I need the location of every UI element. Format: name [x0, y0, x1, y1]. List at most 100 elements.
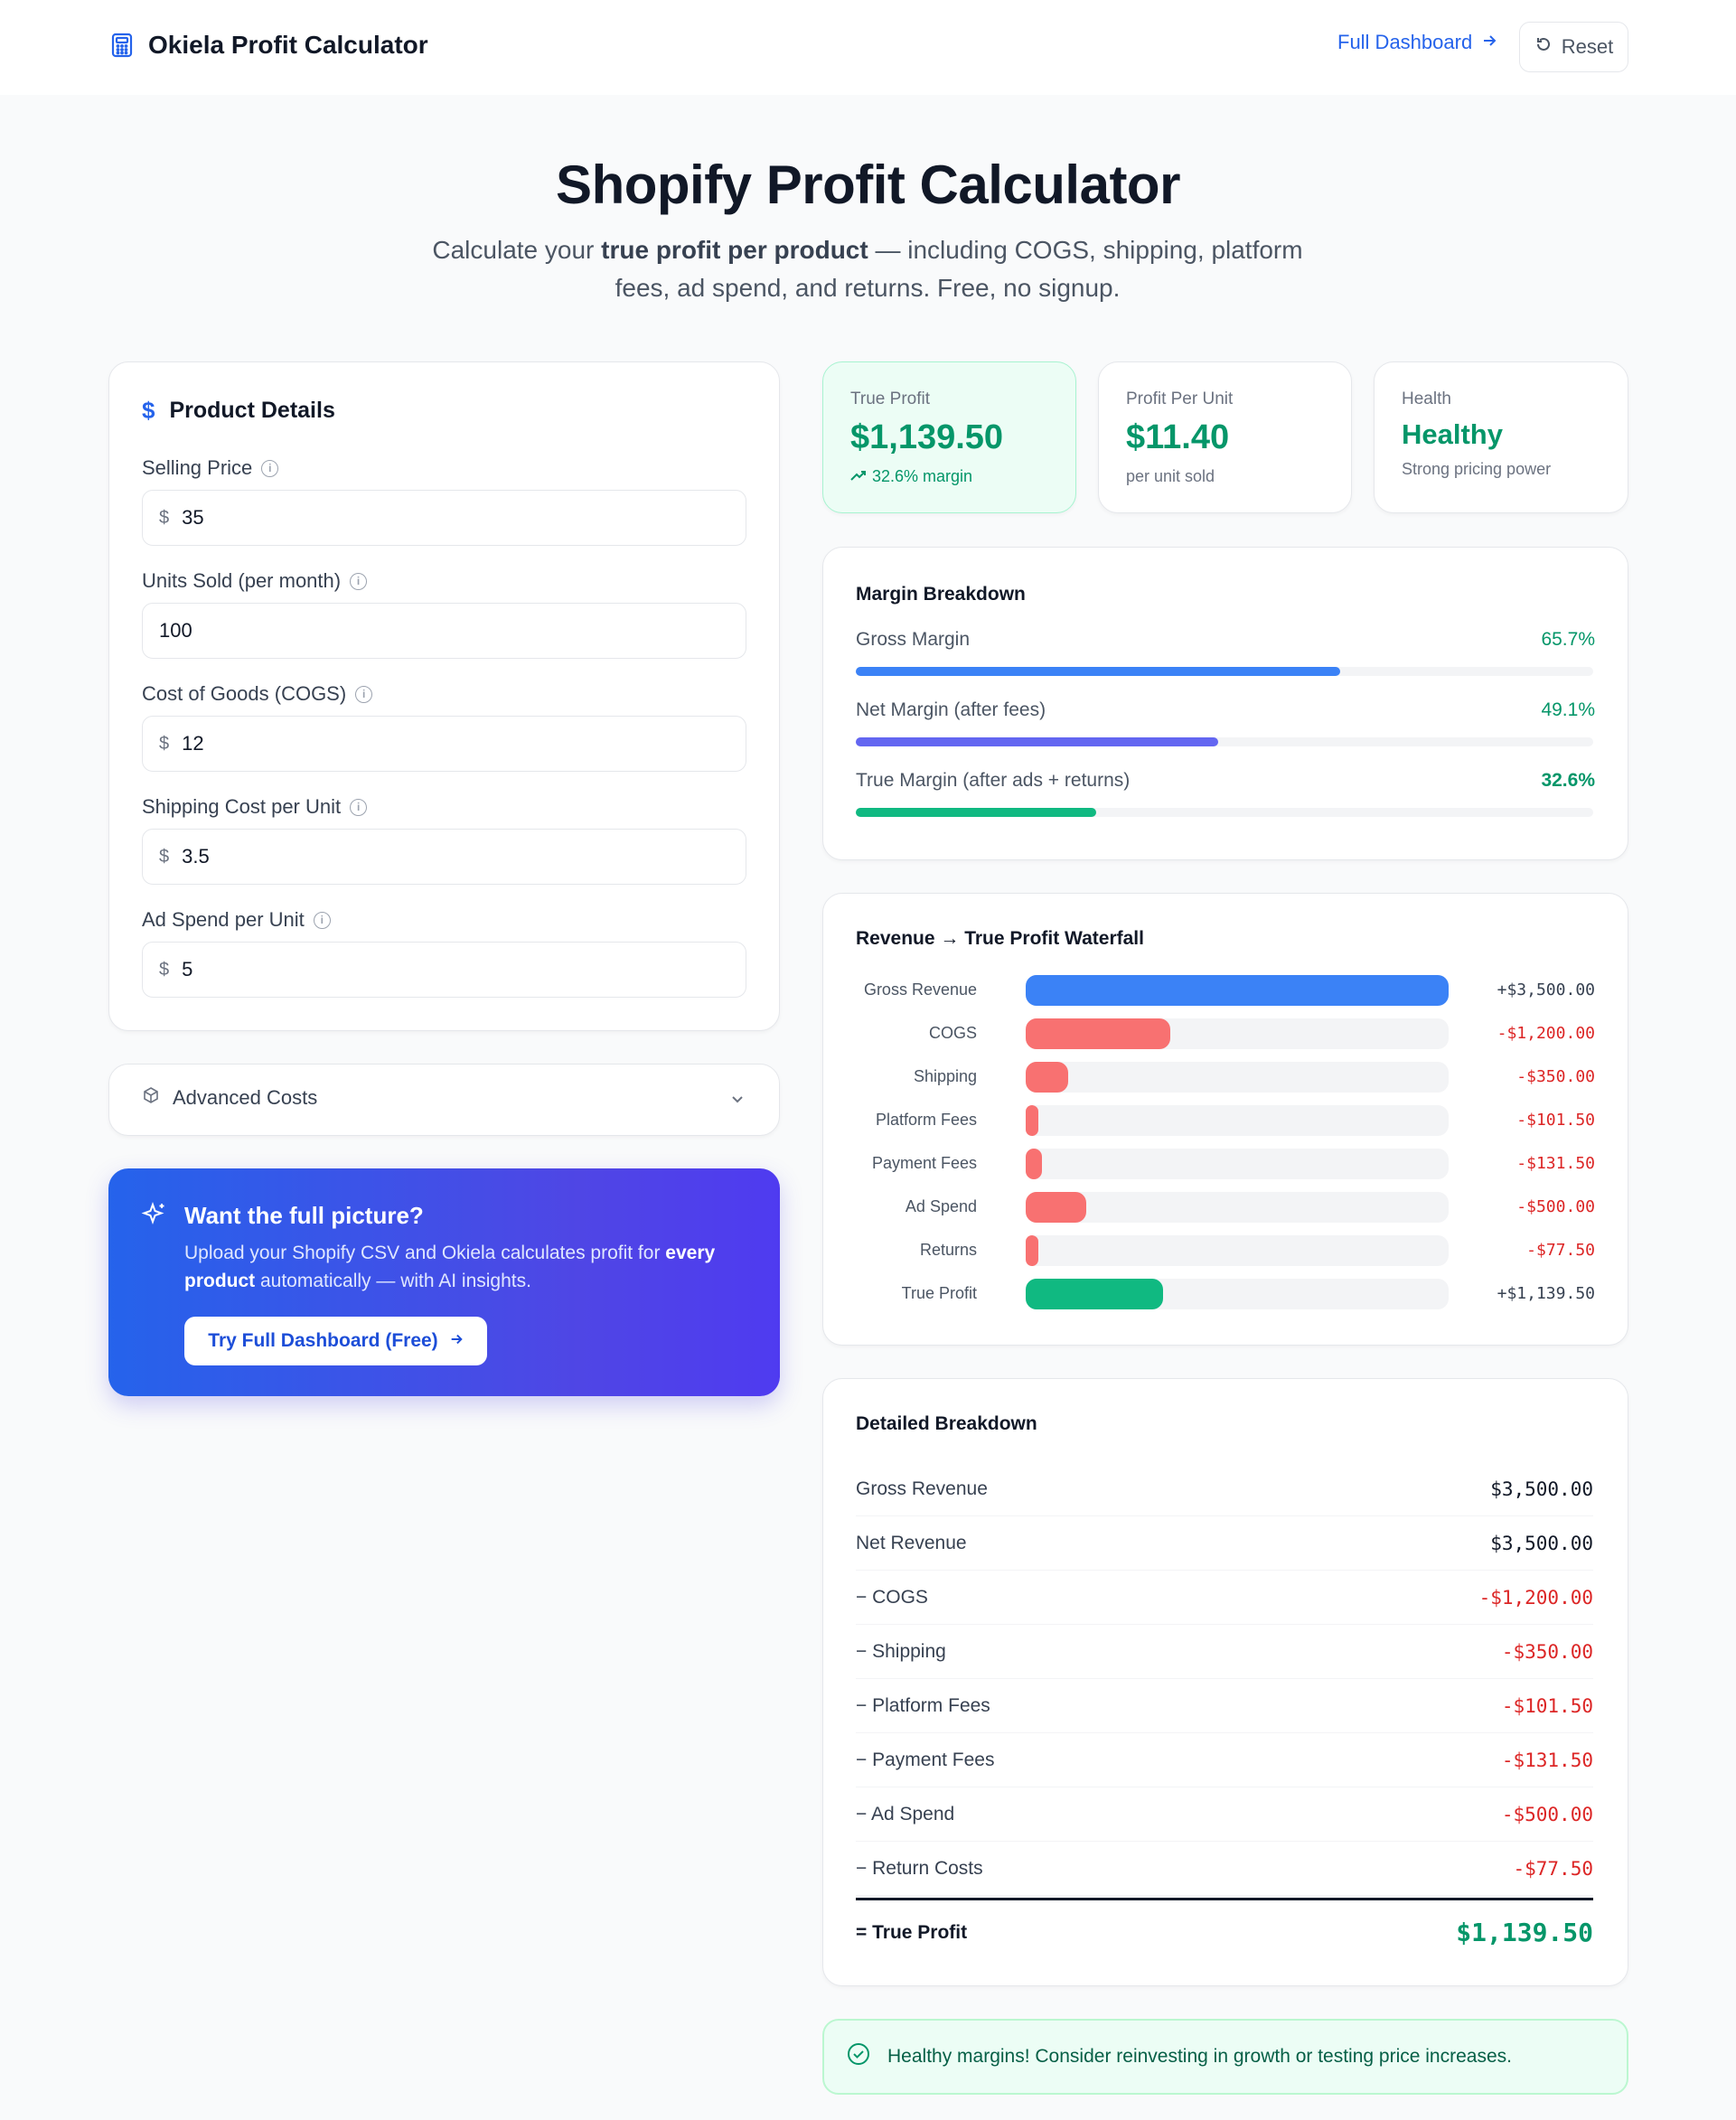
- waterfall-bar: [1026, 1149, 1042, 1179]
- waterfall-value: +$1,139.50: [1497, 1284, 1595, 1303]
- advanced-costs-toggle[interactable]: Advanced Costs: [108, 1064, 780, 1136]
- shipping-cost-input[interactable]: $ 3.5: [142, 829, 746, 885]
- breakdown-row: − Platform Fees -$101.50: [856, 1679, 1593, 1733]
- units-sold-label: Units Sold (per month) i: [142, 569, 368, 593]
- detailed-breakdown-card: Detailed Breakdown Gross Revenue $3,500.0…: [822, 1378, 1628, 1986]
- breakdown-row-value: -$101.50: [1501, 1694, 1593, 1717]
- info-icon[interactable]: i: [355, 685, 373, 703]
- waterfall-bar: [1026, 1062, 1068, 1093]
- breakdown-row: − Shipping -$350.00: [856, 1625, 1593, 1679]
- breakdown-row: − Payment Fees -$131.50: [856, 1733, 1593, 1787]
- health-tip-banner: Healthy margins! Consider reinvesting in…: [822, 2019, 1628, 2095]
- margin-row-label: Gross Margin: [856, 629, 971, 650]
- advanced-costs-label: Advanced Costs: [173, 1086, 318, 1109]
- breakdown-row: Gross Revenue $3,500.00: [856, 1462, 1593, 1516]
- full-dashboard-label: Full Dashboard: [1337, 31, 1473, 53]
- waterfall-value: -$500.00: [1516, 1197, 1595, 1216]
- cogs-input[interactable]: $ 12: [142, 716, 746, 772]
- selling-price-label: Selling Price i: [142, 456, 279, 480]
- breakdown-row-value: -$500.00: [1501, 1803, 1593, 1825]
- breakdown-row-label: − Shipping: [856, 1640, 946, 1662]
- ad-spend-input[interactable]: $ 5: [142, 942, 746, 998]
- package-icon: [142, 1086, 160, 1110]
- margin-indicator: 32.6% margin: [850, 467, 972, 486]
- info-icon[interactable]: i: [313, 911, 331, 929]
- selling-price-input[interactable]: $ 35: [142, 490, 746, 546]
- profit-per-unit-value: $11.40: [1126, 418, 1230, 456]
- waterfall-bar-track: [1026, 1062, 1449, 1093]
- margin-bar-track: [856, 667, 1593, 676]
- breakdown-row: − Return Costs -$77.50: [856, 1842, 1593, 1896]
- cta-title: Want the full picture?: [184, 1202, 424, 1229]
- cta-text: Upload your Shopify CSV and Okiela calcu…: [184, 1243, 716, 1291]
- margin-breakdown-card: Margin Breakdown Gross Margin 65.7% Net Ma…: [822, 547, 1628, 860]
- waterfall-label: Shipping: [913, 1067, 977, 1085]
- waterfall-bar-track: [1026, 1235, 1449, 1266]
- cogs-value: 12: [182, 732, 204, 755]
- info-icon[interactable]: i: [350, 798, 368, 816]
- chevron-down-icon: [728, 1090, 746, 1112]
- breakdown-row-label: − COGS: [856, 1586, 928, 1608]
- breakdown-row-value: -$350.00: [1501, 1640, 1593, 1663]
- breakdown-row-value: $3,500.00: [1490, 1532, 1593, 1554]
- margin-row-value: 65.7%: [1541, 629, 1595, 650]
- true-profit-total-row: = True Profit $1,139.50: [856, 1918, 1593, 1947]
- try-full-dashboard-button[interactable]: Try Full Dashboard (Free): [184, 1317, 487, 1365]
- waterfall-label: COGS: [928, 1024, 977, 1042]
- check-circle-icon: [846, 2041, 871, 2072]
- stat-label: Health: [1402, 389, 1451, 408]
- breakdown-row: − COGS -$1,200.00: [856, 1571, 1593, 1625]
- product-details-heading: $ Product Details: [142, 397, 335, 424]
- product-details-card: $ Product Details Selling Price i $ 35 U…: [108, 361, 780, 1031]
- refresh-icon: [1534, 35, 1553, 59]
- trending-up-icon: [850, 467, 867, 486]
- margin-row-value: 32.6%: [1541, 770, 1595, 791]
- waterfall-label: Gross Revenue: [863, 980, 977, 999]
- stat-sub: per unit sold: [1126, 467, 1215, 485]
- units-sold-input[interactable]: 100: [142, 603, 746, 659]
- selling-price-value: 35: [182, 506, 204, 529]
- stat-label: Profit Per Unit: [1126, 389, 1234, 408]
- breakdown-row-label: − Platform Fees: [856, 1694, 990, 1716]
- full-dashboard-link[interactable]: Full Dashboard: [1337, 31, 1497, 54]
- info-icon[interactable]: i: [350, 572, 368, 590]
- app-name: Okiela Profit Calculator: [148, 31, 428, 59]
- reset-button[interactable]: Reset: [1519, 22, 1628, 72]
- currency-prefix: $: [159, 959, 170, 980]
- dollar-icon: $: [142, 397, 155, 424]
- waterfall-bar: [1026, 1235, 1039, 1266]
- waterfall-label: Platform Fees: [875, 1111, 977, 1129]
- waterfall-bar: [1026, 1018, 1171, 1049]
- breakdown-row-value: $3,500.00: [1490, 1477, 1593, 1500]
- waterfall-value: +$3,500.00: [1497, 980, 1595, 999]
- detailed-breakdown-title: Detailed Breakdown: [856, 1413, 1037, 1434]
- breakdown-row-label: − Ad Spend: [856, 1803, 955, 1825]
- waterfall-label: Returns: [919, 1241, 977, 1259]
- health-card: Health Healthy Strong pricing power: [1374, 361, 1628, 513]
- true-profit-card: True Profit $1,139.50 32.6% margin: [822, 361, 1076, 513]
- calculator-icon: [108, 32, 136, 59]
- arrow-right-icon: [449, 1330, 464, 1352]
- info-icon[interactable]: i: [261, 459, 279, 477]
- units-sold-value: 100: [159, 619, 192, 642]
- upgrade-cta-card: Want the full picture? Upload your Shopi…: [108, 1168, 780, 1396]
- total-divider: [856, 1898, 1593, 1900]
- health-value: Healthy: [1402, 418, 1503, 450]
- brand[interactable]: Okiela Profit Calculator: [108, 31, 428, 60]
- currency-prefix: $: [159, 733, 170, 754]
- breakdown-row-value: -$77.50: [1513, 1857, 1593, 1880]
- margin-row-label: Net Margin (after fees): [856, 699, 1046, 720]
- breakdown-row-value: -$1,200.00: [1478, 1586, 1593, 1609]
- arrow-right-icon: [1481, 31, 1497, 54]
- margin-row-label: True Margin (after ads + returns): [856, 770, 1131, 791]
- stat-sub: Strong pricing power: [1402, 460, 1552, 478]
- margin-bar-track: [856, 737, 1593, 746]
- waterfall-bar: [1026, 1192, 1086, 1223]
- waterfall-bar-track: [1026, 975, 1449, 1006]
- margin-bar-fill: [856, 737, 1218, 746]
- health-tip-text: Healthy margins! Consider reinvesting in…: [887, 2046, 1512, 2067]
- margin-bar-fill: [856, 667, 1341, 676]
- stat-label: True Profit: [850, 389, 930, 408]
- waterfall-card: Revenue → True Profit Waterfall Gross Re…: [822, 893, 1628, 1346]
- margin-row-value: 49.1%: [1541, 699, 1595, 720]
